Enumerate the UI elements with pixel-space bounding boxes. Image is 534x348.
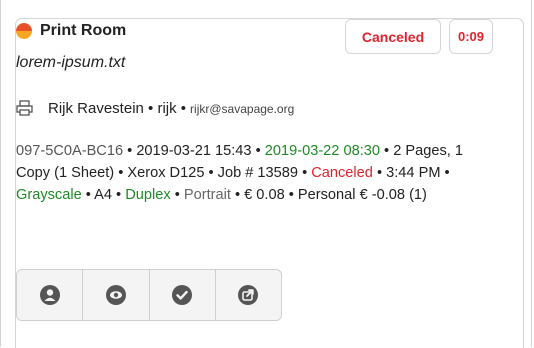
duplex-mode: Duplex (125, 187, 171, 203)
separator: • (81, 187, 95, 203)
user-email: rijkr@savapage.org (190, 101, 295, 116)
share-icon (238, 285, 259, 305)
job-toolbar (16, 269, 282, 321)
account-charge: Personal € -0.08 (1) (297, 187, 427, 203)
printer-title: Print Room (40, 22, 127, 39)
status-badge[interactable]: Canceled (345, 19, 441, 54)
created-time: 2019-03-21 15:43 (136, 143, 252, 159)
user-button[interactable] (17, 270, 84, 320)
check-icon (172, 285, 193, 305)
separator: • (380, 143, 394, 159)
separator: • (114, 165, 128, 181)
share-button[interactable] (215, 270, 281, 320)
expiry-time: 2019-03-22 08:30 (264, 143, 380, 159)
job-state: Canceled (311, 165, 373, 181)
card-header: Print Room (16, 22, 126, 40)
separator: • (123, 143, 137, 159)
orientation: Portrait (183, 187, 231, 203)
user-icon (39, 285, 60, 305)
separator: • (440, 165, 450, 181)
preview-button[interactable] (83, 270, 150, 320)
document-filename: lorem-ipsum.txt (16, 54, 126, 71)
color-mode: Grayscale (16, 187, 82, 203)
time-badge[interactable]: 0:09 (449, 19, 493, 54)
status-dot-icon (16, 23, 32, 39)
separator: • (204, 165, 218, 181)
doc-id: 097-5C0A-BC16 (16, 143, 124, 159)
separator: • (170, 187, 184, 203)
job-details: 097-5C0A-BC16 • 2019-03-21 15:43 • 2019-… (16, 140, 496, 206)
user-name: Rijk Ravestein • rijk • (48, 100, 187, 117)
approve-button[interactable] (149, 270, 216, 320)
state-time: 3:44 PM (386, 165, 441, 181)
job-cost: € 0.08 (244, 187, 285, 203)
separator: • (111, 187, 126, 203)
separator: • (372, 165, 387, 181)
separator: • (230, 187, 245, 203)
user-row: Rijk Ravestein • rijk • rijkr@savapage.o… (16, 99, 295, 117)
separator: • (251, 143, 265, 159)
printer-name: Xerox D125 (127, 165, 205, 181)
job-number: Job # 13589 (217, 165, 299, 181)
eye-icon (105, 285, 126, 305)
separator: • (298, 165, 312, 181)
paper-size: A4 (94, 187, 112, 203)
printer-icon (16, 99, 33, 116)
separator: • (284, 187, 298, 203)
